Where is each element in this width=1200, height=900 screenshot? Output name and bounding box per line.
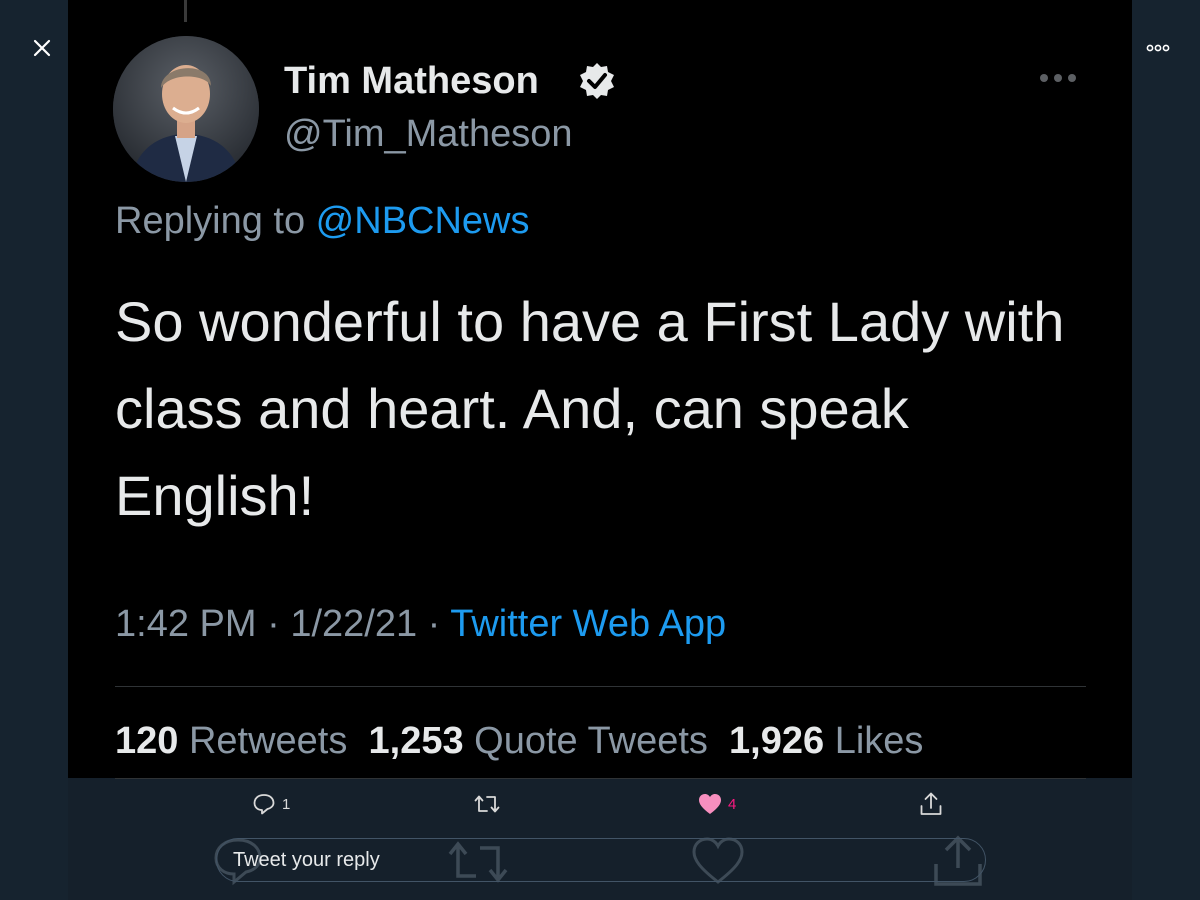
heart-icon — [699, 794, 721, 814]
meta-separator: · — [256, 603, 291, 645]
quotes-count: 1,253 — [368, 720, 464, 762]
replying-to-mention: @NBCNews — [315, 200, 530, 242]
share-icon — [920, 792, 942, 815]
tweet-source: Twitter Web App — [450, 603, 727, 645]
reply-button[interactable]: 1 — [252, 790, 290, 818]
divider — [115, 686, 1086, 687]
like-count: 4 — [728, 795, 737, 813]
display-name: Tim Matheson — [284, 60, 539, 102]
more-options-button[interactable] — [1138, 28, 1178, 68]
avatar — [113, 36, 259, 182]
share-button[interactable] — [919, 790, 943, 818]
likes-label: Likes — [824, 720, 924, 762]
reply-icon — [253, 794, 275, 815]
likes-count: 1,926 — [729, 720, 825, 762]
reply-input[interactable] — [216, 838, 986, 882]
reply-count: 1 — [282, 795, 291, 813]
close-icon — [33, 39, 51, 57]
divider — [115, 778, 1086, 779]
meta-separator: · — [417, 603, 451, 645]
tweet-screenshot-image: Tim Matheson @Tim_Matheson Replying to @… — [68, 0, 1132, 778]
verified-badge-icon — [580, 63, 614, 99]
more-icon — [1146, 44, 1170, 52]
retweets-count: 120 — [115, 720, 179, 762]
tweet-stats: 120 Retweets 1,253 Quote Tweets 1,926 Li… — [115, 720, 923, 763]
left-pane — [0, 0, 68, 900]
tweet-text: So wonderful to have a First Lady with c… — [115, 290, 1065, 527]
retweet-icon — [474, 795, 500, 813]
replying-to-line: Replying to @NBCNews — [115, 200, 530, 243]
retweets-label: Retweets — [178, 720, 348, 762]
tweet-time: 1:42 PM — [115, 603, 257, 645]
tweet-date: 1/22/21 — [290, 603, 418, 645]
close-button[interactable] — [22, 28, 62, 68]
replying-to-prefix: Replying to — [115, 200, 316, 242]
like-button[interactable]: 4 — [698, 790, 736, 818]
thread-line — [184, 0, 187, 22]
avatar-image — [113, 36, 259, 182]
retweet-button[interactable] — [474, 790, 500, 818]
quotes-label: Quote Tweets — [463, 720, 708, 762]
tweet-meta: 1:42 PM · 1/22/21 · Twitter Web App — [115, 603, 726, 646]
right-pane — [1132, 0, 1200, 900]
action-bar: 1 4 — [68, 778, 1132, 900]
user-handle: @Tim_Matheson — [284, 113, 573, 155]
tweet-more-icon — [1040, 74, 1076, 82]
